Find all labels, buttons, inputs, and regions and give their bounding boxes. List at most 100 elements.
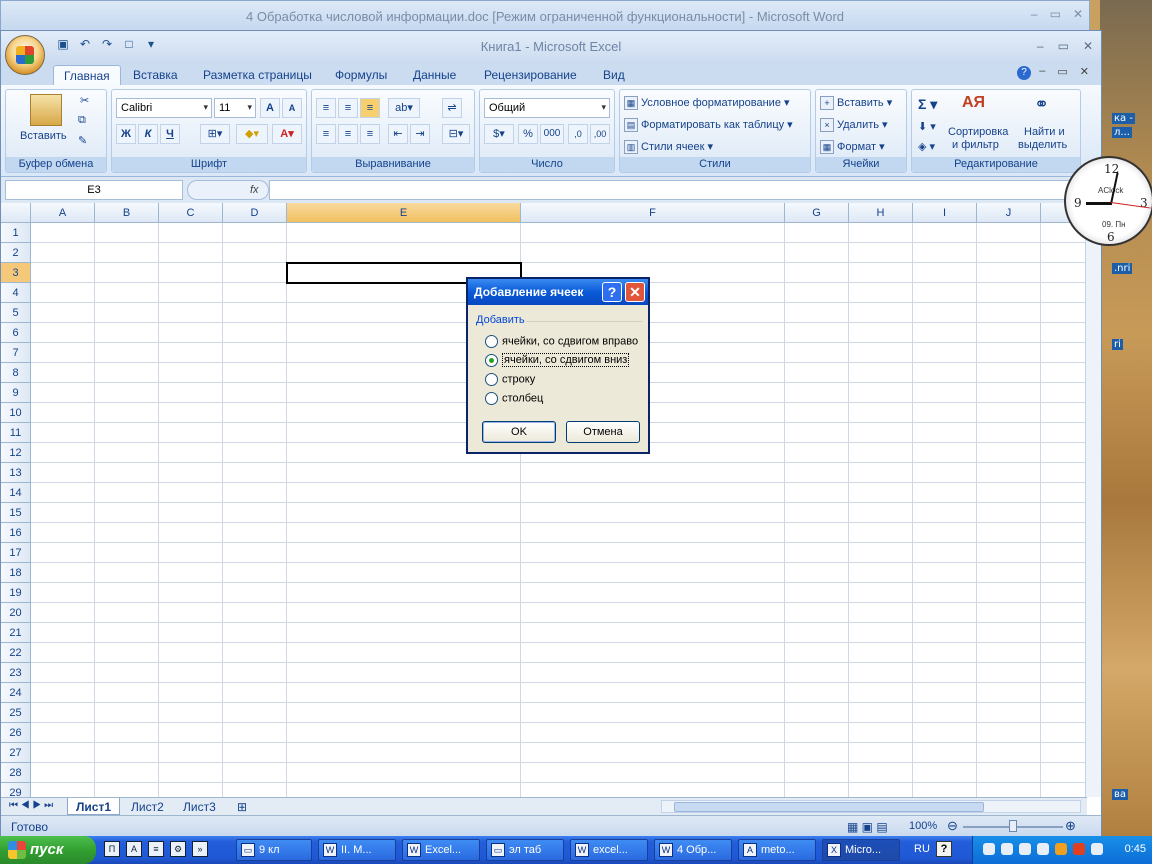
- row-header[interactable]: 20: [1, 603, 31, 623]
- scroll-thumb[interactable]: [674, 802, 984, 812]
- row-header[interactable]: 1: [1, 223, 31, 243]
- row-header[interactable]: 8: [1, 363, 31, 383]
- sort-filter-label-2[interactable]: и фильтр: [952, 139, 999, 151]
- volume-icon[interactable]: [1091, 843, 1103, 855]
- column-header[interactable]: F: [521, 203, 785, 223]
- clear-icon[interactable]: ◈ ▾: [918, 140, 935, 153]
- zoom-slider-thumb[interactable]: [1009, 820, 1017, 832]
- tray-icon[interactable]: [1055, 843, 1067, 855]
- shrink-font-icon[interactable]: A: [282, 98, 302, 118]
- tab-review[interactable]: Рецензирование: [474, 65, 587, 85]
- align-top-icon[interactable]: ≡: [316, 98, 336, 118]
- copy-icon[interactable]: ⧉: [78, 114, 86, 127]
- paste-button[interactable]: Вставить: [20, 130, 67, 142]
- currency-icon[interactable]: $▾: [484, 124, 514, 144]
- column-header[interactable]: J: [977, 203, 1041, 223]
- row-header[interactable]: 23: [1, 663, 31, 683]
- close-icon[interactable]: ✕: [1080, 65, 1089, 78]
- desktop-label[interactable]: ка -: [1112, 113, 1135, 124]
- format-as-table-button[interactable]: ▤ Форматировать как таблицу ▾: [624, 118, 793, 133]
- horizontal-scrollbar[interactable]: [661, 800, 1081, 813]
- wrap-text-icon[interactable]: ⇌: [442, 98, 462, 118]
- insert-function-button[interactable]: fx: [187, 180, 269, 200]
- close-icon[interactable]: ✕: [1083, 39, 1093, 53]
- sheet-nav-icon[interactable]: ⏮ ◀ ▶ ⏭: [9, 800, 53, 811]
- quick-launch-icon[interactable]: ⚙: [170, 841, 186, 857]
- row-header[interactable]: 29: [1, 783, 31, 797]
- format-painter-icon[interactable]: ✎: [78, 134, 87, 147]
- radio-button[interactable]: [485, 373, 498, 386]
- desktop-label[interactable]: л...: [1112, 127, 1132, 138]
- row-header[interactable]: 2: [1, 243, 31, 263]
- row-header[interactable]: 7: [1, 343, 31, 363]
- align-right-icon[interactable]: ≡: [360, 124, 380, 144]
- sort-filter-label[interactable]: Сортировка: [948, 126, 1008, 138]
- row-header[interactable]: 24: [1, 683, 31, 703]
- row-header[interactable]: 10: [1, 403, 31, 423]
- cancel-button[interactable]: Отмена: [566, 421, 640, 443]
- tab-insert[interactable]: Вставка: [123, 65, 188, 85]
- increase-indent-icon[interactable]: ⇥: [410, 124, 430, 144]
- row-header[interactable]: 26: [1, 723, 31, 743]
- radio-button[interactable]: [485, 392, 498, 405]
- radio-button[interactable]: [485, 335, 498, 348]
- close-icon[interactable]: ✕: [625, 282, 645, 302]
- quick-launch-icon[interactable]: П: [104, 841, 120, 857]
- column-header[interactable]: H: [849, 203, 913, 223]
- row-header[interactable]: 21: [1, 623, 31, 643]
- taskbar-item[interactable]: W 4 Обр...: [654, 839, 732, 861]
- tray-icon[interactable]: [983, 843, 995, 855]
- taskbar-item[interactable]: Wexcel...: [570, 839, 648, 861]
- formula-input[interactable]: [269, 180, 1097, 200]
- tray-icon[interactable]: [1073, 843, 1085, 855]
- borders-icon[interactable]: ⊞▾: [200, 124, 230, 144]
- minimize-icon[interactable]: –: [1031, 7, 1038, 21]
- fill-color-icon[interactable]: ◆▾: [236, 124, 268, 144]
- conditional-formatting-button[interactable]: ▦ Условное форматирование ▾: [624, 96, 790, 111]
- insert-sheet-icon[interactable]: ⊞: [229, 798, 255, 815]
- column-header[interactable]: C: [159, 203, 223, 223]
- taskbar-item[interactable]: ▭ эл таб: [486, 839, 564, 861]
- sheet-tab-2[interactable]: Лист2: [123, 798, 172, 815]
- thousands-button[interactable]: 000: [540, 124, 564, 144]
- clock-time[interactable]: 0:45: [1125, 843, 1146, 855]
- insert-cells-button[interactable]: + Вставить ▾: [820, 96, 892, 111]
- font-name-combo[interactable]: Calibri: [116, 98, 212, 118]
- decrease-indent-icon[interactable]: ⇤: [388, 124, 408, 144]
- minimize-icon[interactable]: –: [1039, 65, 1045, 78]
- office-button[interactable]: [5, 35, 45, 75]
- font-color-icon[interactable]: A▾: [272, 124, 302, 144]
- taskbar-item[interactable]: W Excel...: [402, 839, 480, 861]
- maximize-icon[interactable]: ▭: [1050, 7, 1061, 21]
- column-header[interactable]: B: [95, 203, 159, 223]
- column-header[interactable]: G: [785, 203, 849, 223]
- row-header[interactable]: 12: [1, 443, 31, 463]
- desktop-label[interactable]: ri: [1112, 339, 1123, 350]
- row-header[interactable]: 17: [1, 543, 31, 563]
- zoom-level[interactable]: 100%: [909, 820, 937, 832]
- zoom-in-icon[interactable]: ⊕: [1065, 818, 1076, 834]
- align-middle-icon[interactable]: ≡: [338, 98, 358, 118]
- restore-icon[interactable]: ▭: [1057, 65, 1067, 78]
- column-header[interactable]: E: [287, 203, 521, 223]
- row-header[interactable]: 14: [1, 483, 31, 503]
- help-icon[interactable]: ?: [1017, 66, 1031, 80]
- row-header[interactable]: 22: [1, 643, 31, 663]
- row-header[interactable]: 5: [1, 303, 31, 323]
- ok-button[interactable]: OK: [482, 421, 556, 443]
- row-header[interactable]: 27: [1, 743, 31, 763]
- radio-shift-down[interactable]: ячейки, со сдвигом вниз: [485, 353, 630, 368]
- word-window[interactable]: 4 Обработка числовой информации.doc [Реж…: [0, 0, 1090, 32]
- column-header[interactable]: D: [223, 203, 287, 223]
- underline-button[interactable]: Ч: [160, 124, 180, 144]
- align-center-icon[interactable]: ≡: [338, 124, 358, 144]
- clock-gadget[interactable]: 12 3 6 9 AClock 09. Пн: [1060, 150, 1152, 260]
- font-size-combo[interactable]: 11: [214, 98, 256, 118]
- tab-home[interactable]: Главная: [53, 65, 121, 85]
- start-button[interactable]: пуск: [0, 836, 96, 864]
- row-header[interactable]: 3: [1, 263, 31, 283]
- tab-data[interactable]: Данные: [403, 65, 466, 85]
- find-select-label[interactable]: Найти и: [1024, 126, 1065, 138]
- row-header[interactable]: 18: [1, 563, 31, 583]
- radio-entire-row[interactable]: строку: [485, 373, 535, 386]
